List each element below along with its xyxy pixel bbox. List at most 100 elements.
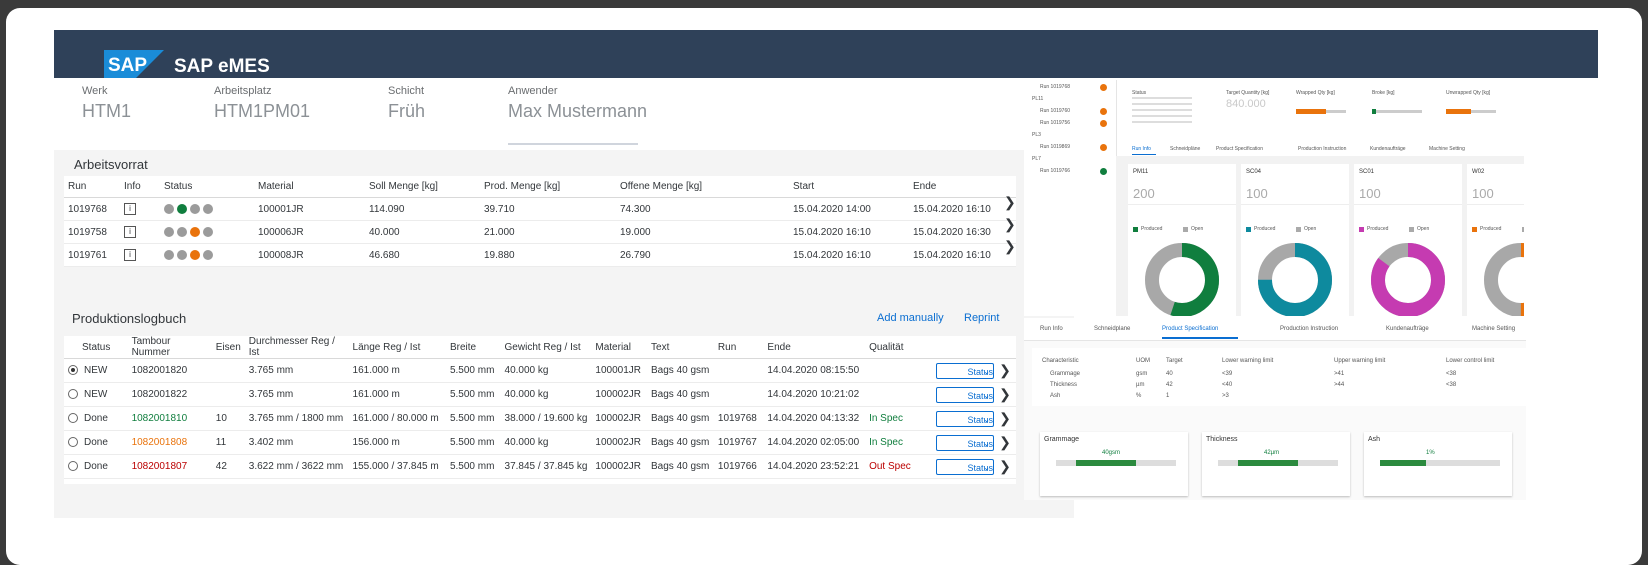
worklist-row[interactable]: 1019758 i 100006JR 40.000 21.000 19.000 15.04.… xyxy=(64,220,1016,244)
row-chevron-icon[interactable]: ❯ xyxy=(994,362,1016,379)
spec-cell: Ash xyxy=(1050,393,1061,399)
run-tab[interactable]: Product Specification xyxy=(1216,146,1263,152)
spec-tab[interactable]: Product Specification xyxy=(1162,326,1218,332)
worklist-title: Arbeitsvorrat xyxy=(74,157,148,172)
cell-start: 15.04.2020 16:10 xyxy=(789,220,909,244)
row-select-radio[interactable] xyxy=(68,461,78,472)
run-list-item[interactable]: Run 1019766 xyxy=(1040,168,1070,174)
info-icon[interactable]: i xyxy=(124,226,136,238)
spec-tab[interactable]: Run Info xyxy=(1040,326,1063,332)
svg-text:SAP: SAP xyxy=(108,55,147,76)
logbook-row[interactable]: NEW 1082001822 3.765 mm 161.000 m 5.500 mm 40… xyxy=(64,382,1016,407)
gauge-value: 40gsm xyxy=(1102,450,1121,456)
run-card[interactable]: PM11 200 Produced Open xyxy=(1128,164,1236,316)
cell-breite: 5.500 mm xyxy=(445,406,501,431)
row-select-radio[interactable] xyxy=(68,389,78,400)
reprint-button[interactable]: Reprint xyxy=(964,312,999,324)
col-status: Status xyxy=(64,336,128,359)
cell-offen: 26.790 xyxy=(616,243,789,267)
status-select[interactable]: Status ⌄ xyxy=(936,363,994,379)
run-card[interactable]: SC01 100 Produced Open xyxy=(1354,164,1462,316)
status-select[interactable]: Status ⌄ xyxy=(936,435,994,451)
run-card[interactable]: SC04 100 Produced Open xyxy=(1241,164,1349,316)
row-select-radio[interactable] xyxy=(68,413,78,424)
logbook-row[interactable]: NEW 1082001820 3.765 mm 161.000 m 5.500 mm 40… xyxy=(64,358,1016,383)
cell-ende: 15.04.2020 16:30 xyxy=(909,220,1016,244)
spec-tab[interactable]: Production Instruction xyxy=(1280,326,1338,332)
run-tab[interactable]: Run Info xyxy=(1132,146,1151,152)
status-select[interactable]: Status ⌄ xyxy=(936,411,994,427)
run-tab[interactable]: Kundenaufträge xyxy=(1370,146,1406,152)
worklist-row[interactable]: 1019768 i 100001JR 114.090 39.710 74.300 15.04… xyxy=(64,197,1016,221)
cell-tambour: 1082001820 xyxy=(127,358,212,383)
run-list-item[interactable]: PL11 xyxy=(1032,96,1043,102)
status-select[interactable]: Status ⌄ xyxy=(936,459,994,475)
status-text: NEW xyxy=(84,389,108,400)
cell-text: Bags 40 gsm xyxy=(647,454,714,479)
worklist-card: Run Info Status Material Soll Menge [kg]… xyxy=(64,176,1016,267)
run-card[interactable]: W02100ProducedOpen xyxy=(1467,164,1524,316)
header-value-arbeitsplatz: HTM1PM01 xyxy=(214,101,311,121)
row-chevron-icon[interactable]: ❯ xyxy=(994,458,1016,475)
app-title: SAP eMES xyxy=(174,56,270,77)
run-tab[interactable]: Machine Setting xyxy=(1429,146,1465,152)
chevron-down-icon: ⌄ xyxy=(983,439,990,448)
cell-breite: 5.500 mm xyxy=(445,382,501,407)
cell-material: 100001JR xyxy=(254,197,365,221)
logbook-row[interactable]: Done 1082001810 10 3.765 mm / 1800 mm 161.00… xyxy=(64,406,1016,431)
spec-cell: <39 xyxy=(1222,371,1233,377)
cell-laenge: 155.000 / 37.845 m xyxy=(348,454,446,479)
logbook-row[interactable]: Done 1082001808 11 3.402 mm 156.000 m 5.500 m… xyxy=(64,430,1016,455)
cell-eisen xyxy=(211,358,245,383)
spec-tab[interactable]: Schneidplane xyxy=(1094,326,1130,332)
spec-tab[interactable]: Kundenaufträge xyxy=(1386,326,1429,332)
col-soll: Soll Menge [kg] xyxy=(365,176,480,198)
run-card-name: SC01 xyxy=(1359,169,1375,175)
cell-run xyxy=(713,382,764,407)
row-chevron-icon[interactable]: ❯ xyxy=(994,434,1016,451)
run-list-item[interactable]: Run 1019756 xyxy=(1040,120,1070,126)
spec-cell: 42 xyxy=(1166,382,1173,388)
info-icon[interactable]: i xyxy=(124,249,136,261)
legend-produced-swatch xyxy=(1472,227,1477,232)
run-list-item[interactable]: PL3 xyxy=(1032,132,1041,138)
worklist-row-3-chevron-icon[interactable]: ❯ xyxy=(1004,238,1016,255)
run-list-item[interactable]: Run 1019760 xyxy=(1040,108,1070,114)
row-chevron-icon[interactable]: ❯ xyxy=(994,386,1016,403)
col-material: Material xyxy=(591,336,648,359)
logbook-row[interactable]: Done 1082001807 42 3.622 mm / 3622 mm 155.00… xyxy=(64,454,1016,479)
kpi-bar-fill xyxy=(1372,109,1376,114)
status-date-line xyxy=(1132,121,1192,123)
col-start: Start xyxy=(789,176,909,198)
run-list-item[interactable]: PL7 xyxy=(1032,156,1041,162)
row-select-radio[interactable] xyxy=(68,365,78,376)
info-icon[interactable]: i xyxy=(124,203,136,215)
gauge-fill xyxy=(1380,460,1426,466)
cell-run: 1019768 xyxy=(713,406,764,431)
run-tab[interactable]: Schneidpläne xyxy=(1170,146,1200,152)
gauge-value: 42µm xyxy=(1264,450,1280,456)
cell-laenge: 161.000 / 80.000 m xyxy=(348,406,446,431)
worklist-row[interactable]: 1019761 i 100008JR 46.680 19.880 26.790 15.04.… xyxy=(64,243,1016,267)
spec-tab[interactable]: Machine Setting xyxy=(1472,326,1515,332)
run-tab[interactable]: Production Instruction xyxy=(1298,146,1346,152)
worklist-row-1-chevron-icon[interactable]: ❯ xyxy=(1004,194,1016,211)
kpi-label: Unwrapped Qty [kg] xyxy=(1446,90,1491,96)
cell-tambour: 1082001810 xyxy=(127,406,212,431)
spec-table-area xyxy=(1032,348,1526,406)
run-status-dot-icon xyxy=(1100,168,1107,175)
cell-offen: 74.300 xyxy=(616,197,789,221)
status-dot-icon xyxy=(177,203,187,214)
header-label-werk: Werk xyxy=(82,85,108,97)
worklist-row-2-chevron-icon[interactable]: ❯ xyxy=(1004,216,1016,233)
run-card-name: W02 xyxy=(1472,169,1485,175)
legend-open: Open xyxy=(1304,226,1317,232)
run-list-item[interactable]: Run 1019768 xyxy=(1040,84,1070,90)
row-chevron-icon[interactable]: ❯ xyxy=(994,410,1016,427)
spec-gauge-card: Grammage 40gsm xyxy=(1040,432,1188,496)
spec-gauge-card: Thickness 42µm xyxy=(1202,432,1350,496)
status-select[interactable]: Status ⌄ xyxy=(936,387,994,403)
add-manually-button[interactable]: Add manually xyxy=(877,312,944,324)
row-select-radio[interactable] xyxy=(68,437,78,448)
run-list-item[interactable]: Run 1019869 xyxy=(1040,144,1070,150)
